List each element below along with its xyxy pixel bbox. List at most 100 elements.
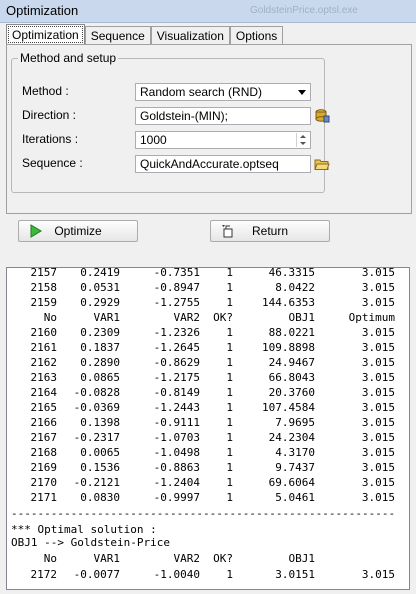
- cell-col-1: 0.2929: [80, 296, 120, 309]
- cell-col-3: 1: [226, 461, 233, 474]
- cell-col-3: 1: [226, 386, 233, 399]
- cell-col-5: 3.015: [361, 476, 395, 489]
- spin-down-icon[interactable]: [300, 142, 306, 145]
- cell-col-4: 144.6353: [262, 296, 315, 309]
- cell-col-0: No: [43, 552, 57, 565]
- direction-value: Goldstein-(MIN);: [140, 109, 229, 123]
- direction-field[interactable]: Goldstein-(MIN);: [135, 107, 311, 125]
- table-row: 2161 0.1837 -1.2645 1 109.8898 3.015: [7, 341, 407, 354]
- iterations-label: Iterations :: [22, 132, 79, 146]
- cell-col-0: 2170: [30, 476, 58, 489]
- cell-col-2: -1.0498: [153, 446, 200, 459]
- cell-col-3: 1: [226, 446, 233, 459]
- table-row: 2164 -0.0828 -0.8149 1 20.3760 3.015: [7, 386, 407, 399]
- table-row: 2163 0.0865 -1.2175 1 66.8043 3.015: [7, 371, 407, 384]
- cell-col-1: -0.0828: [73, 386, 120, 399]
- cell-col-1: -0.0369: [73, 401, 120, 414]
- cell-col-4: 88.0221: [268, 326, 315, 339]
- cell-col-4: 24.9467: [268, 356, 315, 369]
- tab-options[interactable]: Options: [229, 26, 284, 45]
- table-row: 2162 0.2890 -0.8629 1 24.9467 3.015: [7, 356, 407, 369]
- cell-col-4: 5.0461: [275, 491, 315, 504]
- cell-col-3: 1: [226, 401, 233, 414]
- cell-col-4: 9.7437: [275, 461, 315, 474]
- cell-col-4: OBJ1: [288, 311, 316, 324]
- tab-sequence[interactable]: Sequence: [84, 26, 151, 45]
- cell-col-4: 24.2304: [268, 431, 315, 444]
- cell-col-2: -1.2443: [153, 401, 200, 414]
- cell-col-2: -0.8863: [153, 461, 200, 474]
- cell-col-3: OK?: [213, 311, 233, 324]
- cell-col-5: 3.015: [361, 446, 395, 459]
- cell-col-3: 1: [226, 326, 233, 339]
- optimization-tab-panel: Method and setup Method : Random search …: [6, 44, 412, 214]
- cell-col-0: 2160: [30, 326, 58, 339]
- table-row: 2171 0.0830 -0.9997 1 5.0461 3.015: [7, 491, 407, 504]
- cell-col-1: VAR1: [93, 311, 121, 324]
- log-separator: ----------------------------------------…: [11, 507, 396, 520]
- return-button-label: Return: [251, 224, 289, 238]
- cell-col-2: -1.2326: [153, 326, 200, 339]
- cell-col-1: 0.2419: [80, 267, 120, 279]
- optimization-log[interactable]: 2157 0.2419 -0.7351 1 46.3315 3.015 2158 0.0531…: [6, 267, 410, 590]
- sequence-field[interactable]: QuickAndAccurate.optseq: [135, 155, 311, 173]
- cell-col-1: 0.0065: [80, 446, 120, 459]
- cell-col-3: OK?: [213, 552, 233, 565]
- method-select[interactable]: Random search (RND): [135, 83, 311, 101]
- return-button[interactable]: Return: [210, 220, 330, 242]
- spin-up-icon[interactable]: [300, 135, 306, 138]
- cell-col-1: -0.0077: [73, 568, 120, 581]
- iterations-stepper[interactable]: 1000: [135, 131, 311, 149]
- cell-col-4: 3.0151: [275, 568, 315, 581]
- cell-col-1: -0.2317: [73, 431, 120, 444]
- open-folder-icon[interactable]: [314, 156, 330, 172]
- optimize-button[interactable]: Optimize: [18, 220, 138, 242]
- cell-col-0: 2171: [30, 491, 58, 504]
- final-table-header: No VAR1 VAR2 OK? OBJ1: [7, 552, 407, 565]
- method-value: Random search (RND): [140, 85, 263, 99]
- cell-col-2: -1.2404: [153, 476, 200, 489]
- table-header: No VAR1 VAR2 OK? OBJ1 Optimum: [7, 311, 407, 324]
- tab-strip: Optimization Sequence Visualization Opti…: [6, 24, 284, 45]
- iterations-value: 1000: [140, 133, 167, 147]
- cell-col-1: -0.2121: [73, 476, 120, 489]
- cell-col-5: 3.015: [361, 386, 395, 399]
- cell-col-4: 109.8898: [262, 341, 315, 354]
- cell-col-2: -0.9111: [153, 416, 200, 429]
- edit-direction-icon[interactable]: [314, 108, 330, 124]
- cell-col-5: 3.015: [361, 401, 395, 414]
- table-row: 2168 0.0065 -1.0498 1 4.3170 3.015: [7, 446, 407, 459]
- title-bar: Optimization GoldsteinPrice.optsl.exe: [0, 0, 416, 23]
- cell-col-1: 0.2309: [80, 326, 120, 339]
- cell-col-2: VAR2: [173, 311, 201, 324]
- cell-col-2: -0.8629: [153, 356, 200, 369]
- cell-col-1: 0.2890: [80, 356, 120, 369]
- spin-buttons[interactable]: [296, 133, 309, 147]
- method-setup-group: Method and setup Method : Random search …: [11, 51, 330, 193]
- table-row: 2160 0.2309 -1.2326 1 88.0221 3.015: [7, 326, 407, 339]
- cell-col-3: 1: [226, 431, 233, 444]
- cell-col-5: 3.015: [361, 356, 395, 369]
- cell-col-0: 2161: [30, 341, 58, 354]
- cell-col-1: VAR1: [93, 552, 121, 565]
- cell-col-1: 0.0531: [80, 281, 120, 294]
- cell-col-5: 3.015: [361, 296, 395, 309]
- cell-col-2: -0.8947: [153, 281, 200, 294]
- table-row: 2159 0.2929 -1.2755 1 144.6353 3.015: [7, 296, 407, 309]
- table-row: 2166 0.1398 -0.9111 1 7.9695 3.015: [7, 416, 407, 429]
- cell-col-3: 1: [226, 568, 233, 581]
- optimize-button-label: Optimize: [54, 224, 102, 238]
- cell-col-0: 2165: [30, 401, 58, 414]
- cell-col-2: -0.7351: [153, 267, 200, 279]
- cell-col-3: 1: [226, 281, 233, 294]
- cell-col-4: 20.3760: [268, 386, 315, 399]
- table-row: 2169 0.1536 -0.8863 1 9.7437 3.015: [7, 461, 407, 474]
- tab-visualization[interactable]: Visualization: [150, 26, 230, 45]
- tab-optimization[interactable]: Optimization: [6, 24, 85, 45]
- cell-col-5: 3.015: [361, 341, 395, 354]
- cell-col-1: 0.0865: [80, 371, 120, 384]
- cell-col-2: -1.0040: [153, 568, 200, 581]
- cell-col-3: 1: [226, 296, 233, 309]
- sequence-value: QuickAndAccurate.optseq: [140, 157, 279, 171]
- cell-col-5: 3.015: [361, 491, 395, 504]
